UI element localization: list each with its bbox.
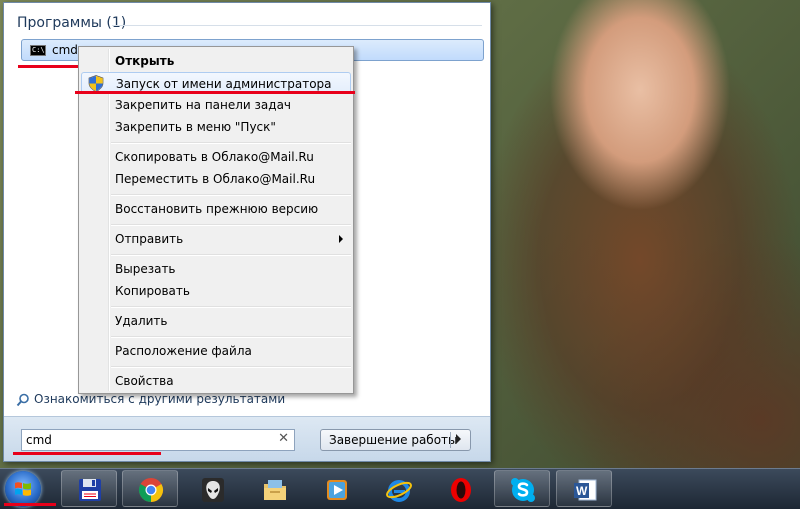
menu-separator [111, 224, 351, 226]
skype-icon [511, 478, 535, 502]
alien-icon [202, 478, 224, 502]
start-button[interactable] [5, 471, 41, 507]
media-player-icon [327, 480, 347, 500]
shutdown-divider [450, 432, 451, 448]
internet-explorer-icon [386, 480, 412, 502]
taskbar-chrome[interactable] [122, 470, 178, 507]
taskbar-skype[interactable] [494, 470, 550, 507]
taskbar: W [0, 468, 800, 509]
uac-shield-icon [88, 75, 104, 92]
taskbar-internet-explorer[interactable] [370, 470, 426, 507]
menu-separator [111, 336, 351, 338]
header-divider [112, 25, 482, 26]
submenu-arrow-icon [339, 235, 343, 243]
menu-item-delete[interactable]: Удалить [81, 310, 351, 332]
command-prompt-icon: C:\ [30, 45, 46, 56]
word-letter: W [576, 484, 588, 498]
see-more-label: Ознакомиться с другими результатами [34, 392, 286, 406]
menu-item-move-cloud[interactable]: Переместить в Облако@Mail.Ru [81, 168, 351, 190]
search-input[interactable] [26, 431, 271, 449]
word-icon: W [574, 479, 597, 501]
search-result-label: cmd [52, 43, 78, 57]
menu-item-restore-version[interactable]: Восстановить прежнюю версию [81, 198, 351, 220]
taskbar-explorer[interactable] [246, 470, 302, 507]
menu-item-properties[interactable]: Свойства [81, 370, 351, 392]
red-underline-result [18, 65, 84, 68]
clear-search-icon[interactable]: ✕ [278, 431, 289, 446]
search-icon [16, 393, 29, 406]
red-underline-start [4, 503, 56, 506]
menu-separator [111, 366, 351, 368]
taskbar-media-player[interactable] [308, 470, 364, 507]
opera-icon [451, 478, 471, 502]
menu-separator [111, 142, 351, 144]
menu-item-send-to[interactable]: Отправить [81, 228, 351, 250]
context-menu: Открыть Запуск от имени администратора З… [75, 46, 355, 394]
chrome-icon [138, 478, 164, 502]
taskbar-word[interactable]: W [556, 470, 612, 507]
taskbar-save-app[interactable] [61, 470, 117, 507]
see-more-results-link[interactable]: Ознакомиться с другими результатами [16, 392, 285, 407]
menu-item-copy[interactable]: Копировать [81, 280, 351, 302]
search-box[interactable]: ✕ [21, 429, 295, 451]
menu-item-copy-cloud[interactable]: Скопировать в Облако@Mail.Ru [81, 146, 351, 168]
menu-separator [111, 194, 351, 196]
menu-item-open[interactable]: Открыть [81, 50, 351, 72]
taskbar-alien-app[interactable] [184, 470, 240, 507]
file-explorer-icon [264, 480, 286, 500]
shutdown-options-arrow-icon[interactable] [456, 434, 461, 444]
floppy-disk-icon [79, 479, 101, 501]
programs-header: Программы (1) [17, 15, 127, 31]
menu-item-pin-start[interactable]: Закрепить в меню "Пуск" [81, 116, 351, 138]
red-underline-search [13, 452, 161, 455]
windows-logo-icon [15, 482, 31, 496]
menu-separator [111, 306, 351, 308]
shutdown-label: Завершение работы [329, 433, 458, 447]
shutdown-button[interactable]: Завершение работы [320, 429, 471, 451]
menu-separator [111, 254, 351, 256]
menu-item-pin-taskbar[interactable]: Закрепить на панели задач [81, 94, 351, 116]
menu-item-cut[interactable]: Вырезать [81, 258, 351, 280]
taskbar-opera[interactable] [432, 470, 488, 507]
menu-item-file-location[interactable]: Расположение файла [81, 340, 351, 362]
